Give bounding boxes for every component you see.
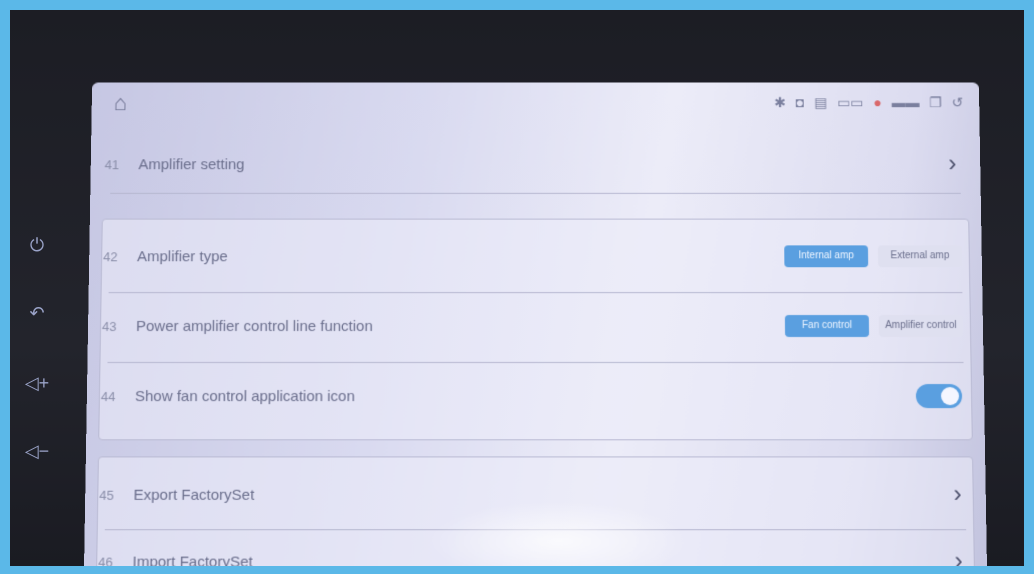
divider [107,361,964,363]
amplifier-control-option[interactable]: Amplifier control [878,315,964,337]
fan-icon-toggle[interactable] [915,384,963,409]
sd-icon: ▤ [814,94,828,111]
chevron-right-icon: › [948,150,957,178]
divider [108,292,963,294]
import-factoryset-row[interactable]: 46 Import FactorySet › [98,543,973,566]
row-number: 41 [104,156,120,172]
bluetooth-icon: ✱ [774,94,786,111]
row-label: Amplifier type [136,247,228,265]
status-bar: ⌂ ✱ ◘ ▤ ▭▭ ● ▬▬ ❐ ↺ [92,83,980,118]
row-number: 42 [103,248,118,264]
status-icons: ✱ ◘ ▤ ▭▭ ● ▬▬ ❐ ↺ [774,94,963,111]
home-icon[interactable]: ⌂ [113,90,139,115]
toggle-knob [940,387,960,406]
window-icon[interactable]: ❐ [929,94,942,111]
export-factoryset-row[interactable]: 45 Export FactorySet › [99,475,972,515]
power-amp-control-row: 43 Power amplifier control line function… [102,306,970,346]
row-label: Show fan control application icon [134,387,355,405]
amplifier-type-selector: Internal amp External amp [784,245,962,268]
row-label: Import FactorySet [132,553,253,566]
volume-up-icon[interactable]: ◁+ [24,370,50,396]
row-label: Power amplifier control line function [135,317,373,335]
row-number: 45 [99,487,115,503]
amplifier-type-row: 42 Amplifier type Internal amp External … [103,236,968,276]
chevron-right-icon: › [953,480,962,508]
back-arrow-icon[interactable]: ↺ [952,94,964,111]
battery-icon: ▬▬ [891,94,920,111]
back-icon[interactable]: ↶ [24,300,50,326]
row-number: 44 [100,388,116,404]
external-amp-option[interactable]: External amp [877,245,962,268]
row-label: Amplifier setting [138,155,245,173]
usb-icon: ◘ [795,94,805,111]
amplifier-setting-row[interactable]: 41 Amplifier setting › [104,146,966,183]
row-number: 43 [101,318,117,334]
chevron-right-icon: › [954,547,963,566]
divider [104,529,967,531]
fan-icon-row: 44 Show fan control application icon [101,376,971,416]
volume-down-icon[interactable]: ◁− [24,438,50,464]
device-bezel: ⏻ ↶ ◁+ ◁− ⌂ ✱ ◘ ▤ ▭▭ ● ▬▬ ❐ ↺ 41 Amplifi… [10,10,1024,566]
control-line-selector: Fan control Amplifier control [784,315,964,337]
mic-icon: ● [873,94,882,111]
signal-icon: ▭▭ [837,94,864,111]
fan-control-option[interactable]: Fan control [784,315,870,337]
settings-screen: ⌂ ✱ ◘ ▤ ▭▭ ● ▬▬ ❐ ↺ 41 Amplifier setting… [83,82,988,566]
row-label: Export FactorySet [133,486,255,504]
power-icon[interactable]: ⏻ [24,232,50,258]
row-number: 46 [98,554,113,566]
internal-amp-option[interactable]: Internal amp [784,245,869,268]
divider [110,192,961,194]
